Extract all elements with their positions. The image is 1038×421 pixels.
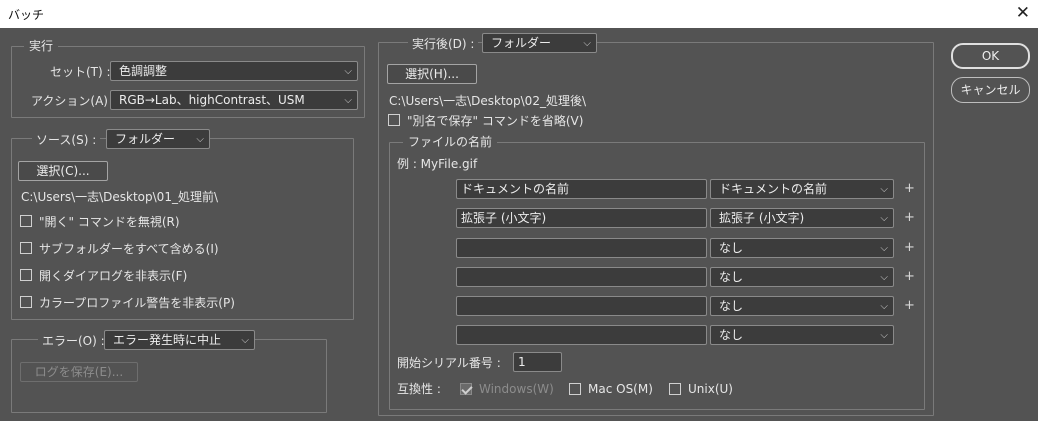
checkbox-icon xyxy=(388,114,400,126)
checkbox-checked-icon xyxy=(460,383,472,395)
naming-text-value: 拡張子 (小文字) xyxy=(461,211,547,225)
naming-select[interactable]: ドキュメントの名前 ⌵ xyxy=(710,179,894,199)
override-save-as-checkbox[interactable]: "別名で保存" コマンドを省略(V) xyxy=(388,112,583,128)
checkbox-icon xyxy=(669,383,681,395)
naming-text-field[interactable]: 拡張子 (小文字) xyxy=(456,208,707,228)
compat-label: 互換性 : xyxy=(397,382,441,396)
checkbox-icon xyxy=(569,383,581,395)
source-option-checkbox[interactable]: カラープロファイル警告を非表示(P) xyxy=(20,294,235,310)
checkbox-label: カラープロファイル警告を非表示(P) xyxy=(39,295,235,310)
cancel-button[interactable]: キャンセル xyxy=(951,77,1030,103)
source-path: C:\Users\一志\Desktop\01_処理前\ xyxy=(21,190,218,204)
naming-select[interactable]: 拡張子 (小文字) ⌵ xyxy=(710,208,894,228)
source-value: フォルダー xyxy=(115,132,176,146)
source-option-checkbox[interactable]: 開くダイアログを非表示(F) xyxy=(20,267,187,283)
chevron-down-icon: ⌵ xyxy=(583,38,591,49)
save-log-button[interactable]: ログを保存(E)... xyxy=(20,362,138,382)
chevron-down-icon: ⌵ xyxy=(880,272,888,283)
checkbox-icon xyxy=(20,296,32,308)
checkbox-label: Windows(W) xyxy=(479,382,554,396)
naming-select[interactable]: なし ⌵ xyxy=(710,267,894,287)
naming-select-value: なし xyxy=(719,299,744,313)
chevron-down-icon: ⌵ xyxy=(880,330,888,341)
naming-text-field[interactable]: ドキュメントの名前 xyxy=(456,179,707,199)
source-option-checkbox[interactable]: "開く" コマンドを無視(R) xyxy=(20,213,180,229)
serial-input[interactable]: 1 xyxy=(513,352,562,372)
chevron-down-icon: ⌵ xyxy=(241,335,249,346)
checkbox-label: "開く" コマンドを無視(R) xyxy=(39,214,180,229)
add-row-icon[interactable]: + xyxy=(904,240,915,256)
add-row-icon[interactable]: + xyxy=(904,298,915,314)
set-select[interactable]: 色調調整 ⌵ xyxy=(110,61,358,81)
source-option-checkbox[interactable]: サブフォルダーをすべて含める(I) xyxy=(20,240,219,256)
chevron-down-icon: ⌵ xyxy=(880,301,888,312)
naming-select[interactable]: なし ⌵ xyxy=(710,238,894,258)
naming-select-value: なし xyxy=(719,241,744,255)
checkbox-icon xyxy=(20,242,32,254)
compat-unix-checkbox[interactable]: Unix(U) xyxy=(669,381,733,397)
source-label: ソース(S) : xyxy=(32,132,101,148)
file-naming-legend: ファイルの名前 xyxy=(403,134,498,150)
action-value: RGB→Lab、highContrast、USM xyxy=(119,93,305,107)
play-legend: 実行 xyxy=(24,38,59,54)
serial-value: 1 xyxy=(518,355,526,369)
destination-path: C:\Users\一志\Desktop\02_処理後\ xyxy=(389,94,586,108)
close-icon[interactable]: ✕ xyxy=(1016,2,1030,24)
errors-value: エラー発生時に中止 xyxy=(113,333,222,347)
destination-label: 実行後(D) : xyxy=(408,36,479,52)
compat-windows-checkbox[interactable]: Windows(W) xyxy=(460,381,554,397)
serial-label: 開始シリアル番号 : xyxy=(397,356,501,370)
chevron-down-icon: ⌵ xyxy=(196,134,204,145)
chevron-down-icon: ⌵ xyxy=(880,184,888,195)
checkbox-label: Unix(U) xyxy=(688,382,733,396)
window-title: バッチ xyxy=(8,8,45,22)
checkbox-label: サブフォルダーをすべて含める(I) xyxy=(39,241,219,256)
checkbox-label: 開くダイアログを非表示(F) xyxy=(39,268,188,283)
naming-select[interactable]: なし ⌵ xyxy=(710,325,894,345)
destination-choose-button[interactable]: 選択(H)... xyxy=(387,64,477,84)
checkbox-label: "別名で保存" コマンドを省略(V) xyxy=(407,113,584,128)
errors-label: エラー(O) : xyxy=(38,333,109,349)
checkbox-icon xyxy=(20,215,32,227)
chevron-down-icon: ⌵ xyxy=(880,243,888,254)
compat-macos-checkbox[interactable]: Mac OS(M) xyxy=(569,381,653,397)
action-label: アクション(A) : xyxy=(31,94,116,108)
source-choose-button[interactable]: 選択(C)... xyxy=(18,161,108,181)
naming-text-value: ドキュメントの名前 xyxy=(461,182,570,196)
naming-select-value: 拡張子 (小文字) xyxy=(719,211,805,225)
naming-text-field[interactable] xyxy=(456,267,707,287)
chevron-down-icon: ⌵ xyxy=(344,95,352,106)
chevron-down-icon: ⌵ xyxy=(344,66,352,77)
set-value: 色調調整 xyxy=(119,64,168,78)
naming-select-value: なし xyxy=(719,270,744,284)
destination-select[interactable]: フォルダー ⌵ xyxy=(482,33,597,53)
destination-value: フォルダー xyxy=(491,36,552,50)
naming-select-value: ドキュメントの名前 xyxy=(719,182,828,196)
source-select[interactable]: フォルダー ⌵ xyxy=(106,129,210,149)
ok-button[interactable]: OK xyxy=(951,43,1030,69)
naming-text-field[interactable] xyxy=(456,325,707,345)
chevron-down-icon: ⌵ xyxy=(880,213,888,224)
naming-select[interactable]: なし ⌵ xyxy=(710,296,894,316)
add-row-icon[interactable]: + xyxy=(904,210,915,226)
naming-select-value: なし xyxy=(719,328,744,342)
errors-select[interactable]: エラー発生時に中止 ⌵ xyxy=(104,330,255,350)
naming-text-field[interactable] xyxy=(456,296,707,316)
checkbox-label: Mac OS(M) xyxy=(588,382,653,396)
naming-text-field[interactable] xyxy=(456,238,707,258)
action-select[interactable]: RGB→Lab、highContrast、USM ⌵ xyxy=(110,90,358,110)
add-row-icon[interactable]: + xyxy=(904,269,915,285)
add-row-icon[interactable]: + xyxy=(904,181,915,197)
set-label: セット(T) : xyxy=(50,65,111,79)
naming-example: 例 : MyFile.gif xyxy=(397,157,478,171)
title-bar: バッチ ✕ xyxy=(0,0,1038,28)
checkbox-icon xyxy=(20,269,32,281)
